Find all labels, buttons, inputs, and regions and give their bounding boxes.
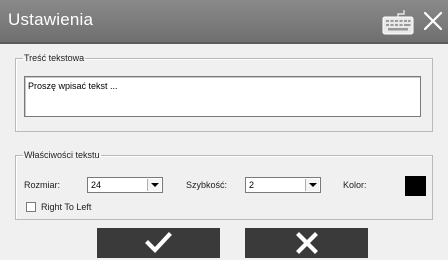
speed-label: Szybkość: [186, 180, 228, 190]
color-swatch[interactable] [405, 176, 426, 196]
size-select[interactable]: 24 [87, 177, 163, 193]
cancel-button[interactable] [245, 228, 368, 258]
chevron-down-icon [147, 179, 161, 191]
ok-button[interactable] [97, 228, 220, 258]
text-content-legend: Treść tekstowa [24, 53, 85, 63]
text-properties-legend: Właściwości tekstu [24, 150, 100, 160]
speed-select[interactable]: 2 [245, 177, 321, 193]
speed-value: 2 [249, 180, 255, 190]
title-bar: Ustawienia [0, 0, 448, 44]
size-value: 24 [91, 180, 102, 190]
text-input[interactable]: Proszę wpisać tekst ... [24, 76, 421, 117]
checkmark-icon [145, 232, 172, 254]
window-title: Ustawienia [8, 10, 94, 29]
settings-dialog: Ustawienia Treść tekstowa Proszę wpisać … [0, 0, 448, 260]
close-icon[interactable] [423, 11, 443, 31]
size-label: Rozmiar: [24, 180, 61, 190]
keyboard-icon[interactable] [382, 9, 414, 35]
chevron-down-icon [305, 179, 319, 191]
x-icon [296, 232, 318, 254]
rtl-label: Right To Left [41, 202, 92, 212]
color-label: Kolor: [343, 180, 367, 190]
rtl-checkbox[interactable] [26, 202, 36, 212]
